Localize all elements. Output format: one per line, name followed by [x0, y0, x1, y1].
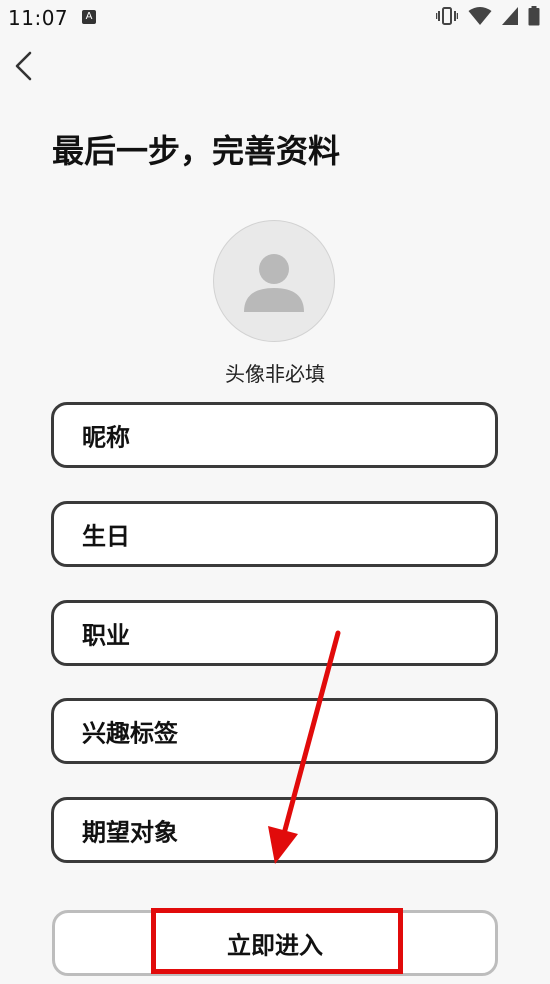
battery-icon — [528, 6, 540, 30]
wifi-icon — [468, 6, 492, 30]
avatar-hint: 头像非必填 — [225, 362, 325, 386]
notification-icon: A — [82, 10, 96, 24]
status-bar: 11:07 A — [0, 0, 550, 36]
occupation-label: 职业 — [82, 621, 130, 650]
avatar-upload[interactable] — [213, 220, 335, 342]
status-time: 11:07 — [8, 6, 69, 30]
enter-now-label: 立即进入 — [227, 931, 323, 960]
chevron-left-icon — [15, 51, 32, 81]
signal-icon — [502, 7, 518, 29]
nickname-field[interactable]: 昵称 — [51, 402, 498, 468]
expected-partner-label: 期望对象 — [82, 818, 178, 847]
back-button[interactable] — [10, 50, 38, 82]
birthday-label: 生日 — [82, 522, 130, 551]
vibrate-icon — [435, 6, 459, 30]
interest-tags-label: 兴趣标签 — [82, 719, 178, 748]
status-icons — [435, 6, 540, 30]
birthday-field[interactable]: 生日 — [51, 501, 498, 567]
nickname-label: 昵称 — [82, 423, 130, 452]
user-placeholder-icon — [244, 254, 304, 312]
expected-partner-field[interactable]: 期望对象 — [51, 797, 498, 863]
occupation-field[interactable]: 职业 — [51, 600, 498, 666]
enter-now-button[interactable]: 立即进入 — [52, 910, 498, 976]
page-title: 最后一步，完善资料 — [52, 132, 341, 170]
interest-tags-field[interactable]: 兴趣标签 — [51, 698, 498, 764]
